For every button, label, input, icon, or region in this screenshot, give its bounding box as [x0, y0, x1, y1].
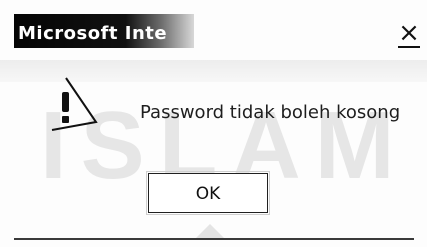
alert-dialog: ISLAM Microsoft Inte × Password tidak bo…: [0, 0, 427, 247]
dialog-bottom-border: [14, 238, 414, 240]
dialog-message: Password tidak boleh kosong: [140, 102, 401, 123]
watermark-mark: [196, 224, 224, 238]
title-bar[interactable]: Microsoft Inte ×: [14, 10, 420, 48]
title-bar-background: Microsoft Inte: [14, 14, 194, 48]
warning-icon: [51, 77, 98, 131]
ok-button[interactable]: OK: [146, 171, 270, 215]
close-button[interactable]: ×: [396, 20, 422, 48]
window-title: Microsoft Inte: [18, 23, 168, 44]
